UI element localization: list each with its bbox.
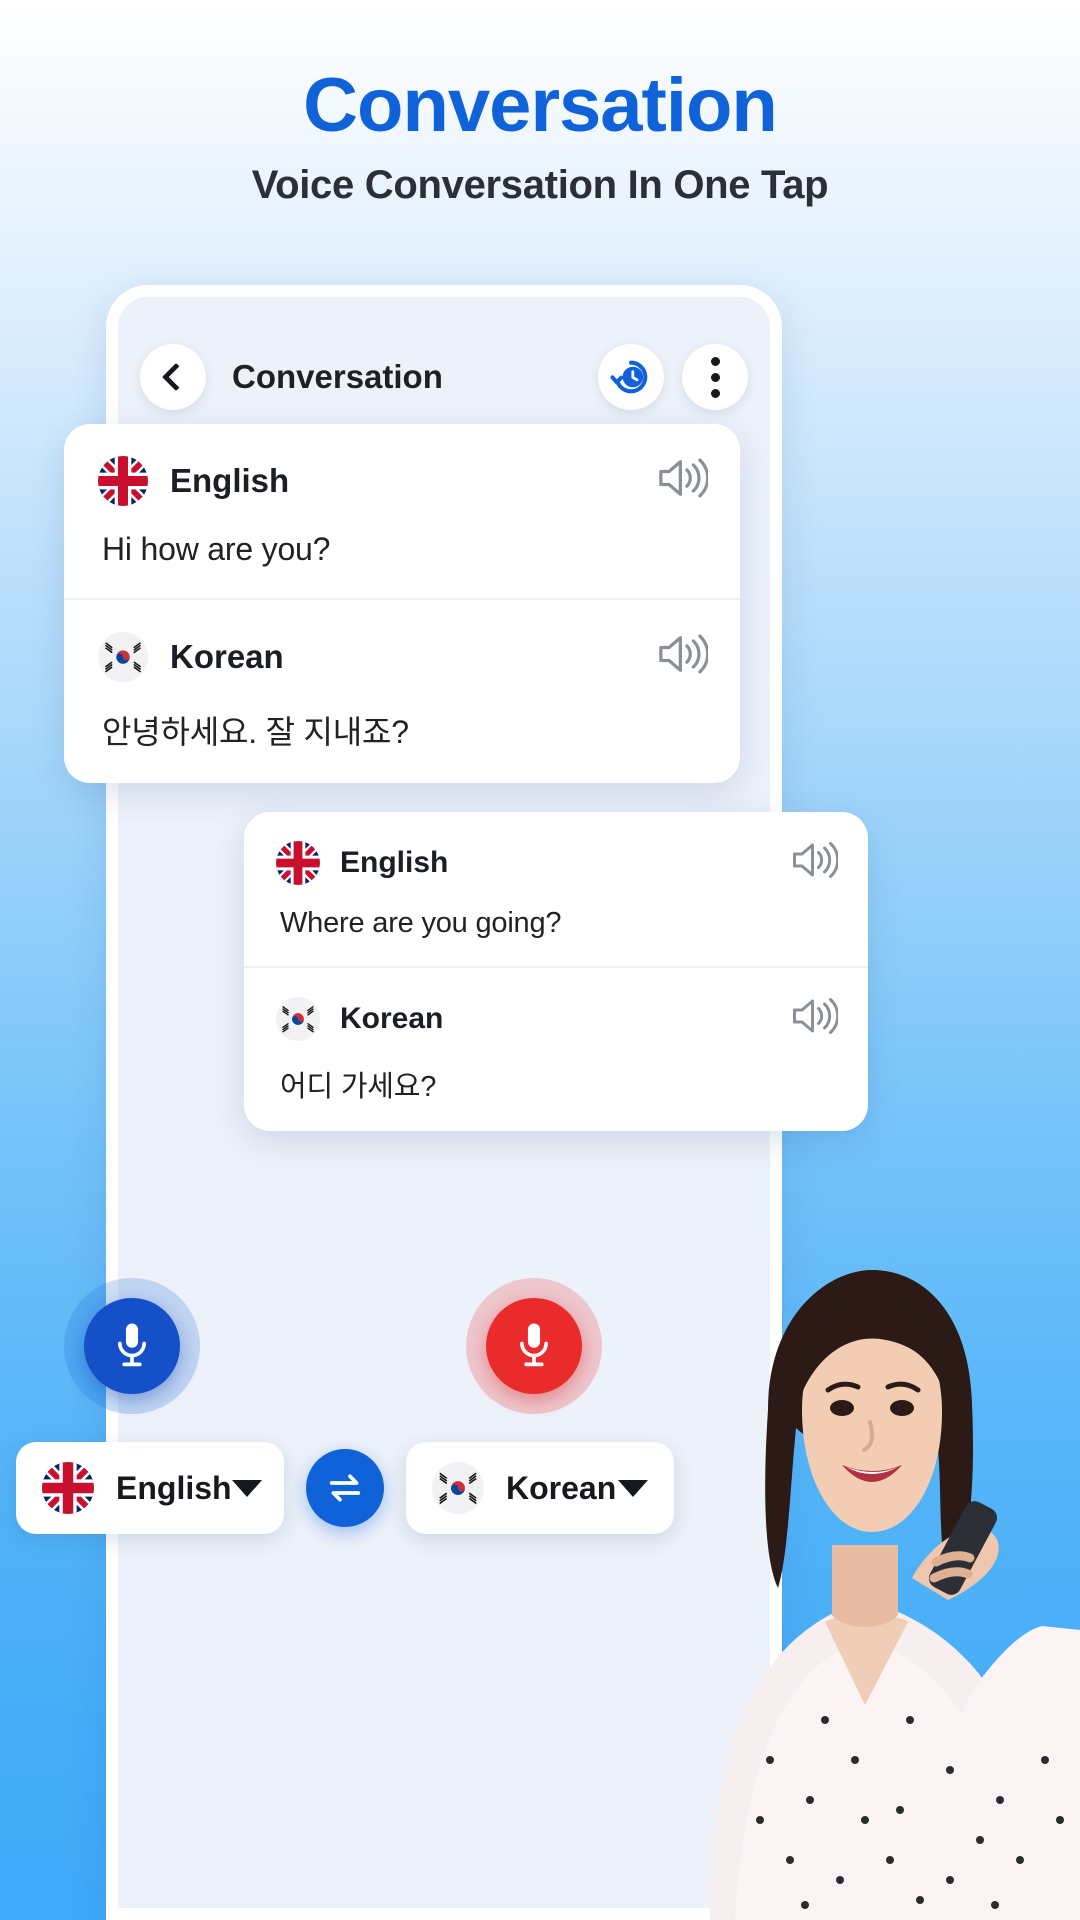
- language-label: Korean: [340, 1001, 444, 1035]
- row-header: English: [98, 454, 710, 507]
- row-header: Korean: [98, 630, 710, 683]
- source-language-selector[interactable]: English: [16, 1442, 284, 1534]
- conversation-row[interactable]: English Hi how are you?: [64, 424, 740, 598]
- promo-title: Conversation: [303, 63, 778, 148]
- language-selector-bar: English Korean: [16, 1442, 1068, 1534]
- history-button[interactable]: [598, 344, 664, 410]
- korea-flag-icon: [98, 631, 148, 682]
- conversation-card[interactable]: English Hi how are you? Korean 안녕하세요. 잘 …: [64, 424, 740, 783]
- source-language-label: English: [116, 1469, 232, 1506]
- row-header: English: [276, 838, 840, 887]
- mic-core[interactable]: [84, 1298, 180, 1394]
- conversation-card[interactable]: English Where are you going? Korean 어디 가…: [244, 812, 868, 1131]
- app-header: Conversation: [118, 331, 770, 423]
- uk-flag-icon: [276, 840, 320, 885]
- speaker-icon[interactable]: [790, 994, 840, 1043]
- microphone-icon: [118, 1323, 146, 1367]
- speaker-icon[interactable]: [656, 454, 710, 507]
- conversation-row[interactable]: English Where are you going?: [244, 812, 868, 966]
- page-title: Conversation: [232, 358, 443, 395]
- speaker-icon[interactable]: [790, 838, 840, 887]
- conversation-row[interactable]: Korean 어디 가세요?: [244, 966, 868, 1131]
- conversation-row[interactable]: Korean 안녕하세요. 잘 지내죠?: [64, 598, 740, 783]
- target-language-label: Korean: [506, 1469, 617, 1506]
- conversation-text: 어디 가세요?: [280, 1071, 437, 1103]
- conversation-text: Where are you going?: [280, 907, 562, 939]
- mic-button-target[interactable]: [466, 1278, 602, 1414]
- uk-flag-icon: [42, 1462, 94, 1514]
- microphone-icon: [520, 1323, 548, 1367]
- more-menu-button[interactable]: [682, 344, 748, 410]
- speaker-icon[interactable]: [656, 630, 710, 683]
- language-label: English: [340, 845, 449, 879]
- history-clock-icon: [610, 360, 648, 394]
- caret-down-icon[interactable]: [231, 1479, 262, 1497]
- back-button[interactable]: [140, 344, 206, 410]
- header-actions: [598, 344, 748, 410]
- uk-flag-icon: [98, 455, 148, 506]
- mic-button-source[interactable]: [64, 1278, 200, 1414]
- target-language-selector[interactable]: Korean: [406, 1442, 674, 1534]
- conversation-text: Hi how are you?: [102, 531, 331, 567]
- language-label: Korean: [170, 637, 284, 675]
- promo-subtitle: Voice Conversation In One Tap: [251, 163, 829, 207]
- korea-flag-icon: [432, 1462, 484, 1514]
- swap-horizontal-icon: [329, 1474, 361, 1502]
- mic-core[interactable]: [486, 1298, 582, 1394]
- swap-languages-button[interactable]: [306, 1449, 384, 1527]
- caret-down-icon[interactable]: [618, 1479, 648, 1497]
- chevron-left-icon: [161, 362, 191, 392]
- conversation-text: 안녕하세요. 잘 지내죠?: [102, 714, 409, 750]
- row-header: Korean: [276, 994, 840, 1043]
- language-label: English: [170, 461, 290, 499]
- korea-flag-icon: [276, 996, 320, 1041]
- more-vertical-icon: [710, 356, 720, 398]
